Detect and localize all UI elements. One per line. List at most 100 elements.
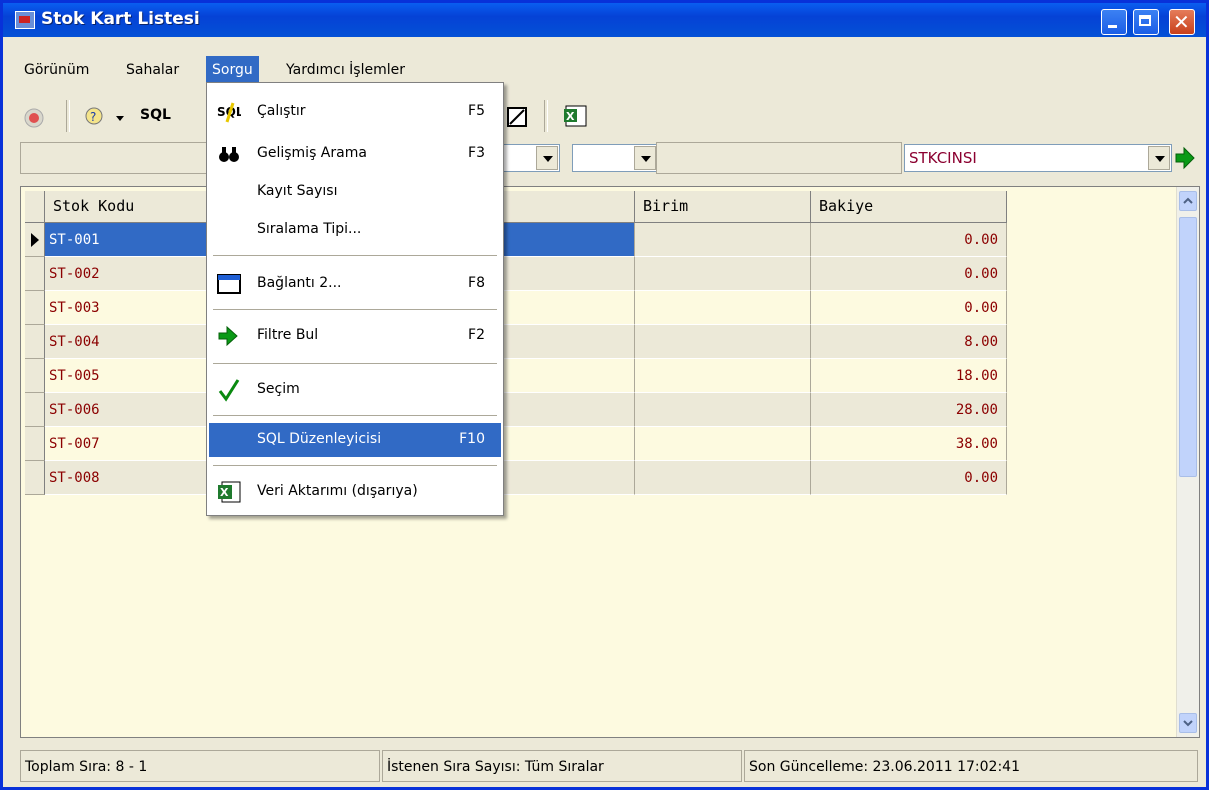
apply-filter-button[interactable] bbox=[1172, 142, 1200, 174]
row-indicator[interactable] bbox=[25, 257, 45, 291]
stop-button[interactable] bbox=[20, 100, 52, 132]
table-row-balance[interactable]: 0.00 bbox=[811, 291, 1007, 325]
menu-separator bbox=[213, 309, 497, 310]
filter-field-value: STKCINSI bbox=[909, 149, 977, 167]
menu-item-calistir[interactable]: SQL Çalıştır F5 bbox=[209, 95, 501, 129]
sql-run-button[interactable]: SQL bbox=[134, 100, 184, 132]
menu-item-filtre-bul[interactable]: Filtre Bul F2 bbox=[209, 319, 501, 353]
filter-field-combo[interactable]: STKCINSI bbox=[904, 144, 1172, 172]
binoculars-icon bbox=[219, 147, 239, 162]
table-row-balance[interactable]: 0.00 bbox=[811, 257, 1007, 291]
chevron-down-icon[interactable] bbox=[634, 146, 656, 170]
svg-text:?: ? bbox=[90, 110, 96, 124]
menu-yardimci-islemler[interactable]: Yardımcı İşlemler bbox=[280, 56, 411, 84]
status-last-update: Son Güncelleme: 23.06.2011 17:02:41 bbox=[744, 750, 1198, 782]
edit-icon bbox=[507, 107, 527, 127]
chevron-up-icon bbox=[1183, 197, 1193, 204]
scroll-down-button[interactable] bbox=[1179, 713, 1197, 733]
table-row-unit[interactable] bbox=[635, 257, 811, 291]
chevron-down-icon bbox=[1183, 720, 1193, 727]
edit-button[interactable] bbox=[502, 100, 534, 132]
menu-item-label: Bağlantı 2... bbox=[257, 275, 342, 291]
table-row-balance[interactable]: 18.00 bbox=[811, 359, 1007, 393]
table-row-unit[interactable] bbox=[635, 359, 811, 393]
column-header-bakiye[interactable]: Bakiye bbox=[811, 191, 1007, 223]
vertical-scrollbar[interactable] bbox=[1176, 187, 1199, 737]
checkmark-icon bbox=[218, 379, 240, 402]
table-row-balance[interactable]: 0.00 bbox=[811, 223, 1007, 257]
table-row-balance[interactable]: 0.00 bbox=[811, 461, 1007, 495]
help-dropdown-button[interactable] bbox=[112, 100, 130, 132]
column-header-birim[interactable]: Birim bbox=[635, 191, 811, 223]
menu-item-veri-aktarimi[interactable]: X Veri Aktarımı (dışarıya) bbox=[209, 475, 501, 509]
filter-logic-combo[interactable] bbox=[572, 144, 658, 172]
sorgu-menu-dropdown: SQL Çalıştır F5 Gelişmiş Arama F3 Kayıt … bbox=[206, 82, 504, 516]
table-row-balance[interactable]: 38.00 bbox=[811, 427, 1007, 461]
menu-item-label: SQL Düzenleyicisi bbox=[257, 431, 382, 447]
excel-export-button[interactable]: X bbox=[560, 100, 592, 132]
help-button[interactable]: ? bbox=[80, 100, 112, 132]
green-arrow-icon bbox=[218, 325, 238, 347]
sql-icon: SQL bbox=[217, 102, 241, 123]
menu-item-secim[interactable]: Seçim bbox=[209, 373, 501, 407]
filter-bar: STKCINSI bbox=[20, 142, 1200, 176]
excel-icon: X bbox=[218, 481, 241, 503]
stop-icon bbox=[24, 108, 44, 128]
chevron-down-icon[interactable] bbox=[536, 146, 558, 170]
filter-value-field[interactable] bbox=[20, 142, 210, 174]
table-row-balance[interactable]: 28.00 bbox=[811, 393, 1007, 427]
menu-item-kayit-sayisi[interactable]: Kayıt Sayısı bbox=[209, 175, 501, 209]
row-indicator[interactable] bbox=[25, 427, 45, 461]
chevron-down-icon[interactable] bbox=[1148, 146, 1170, 170]
row-indicator[interactable] bbox=[25, 291, 45, 325]
table-row-unit[interactable] bbox=[635, 223, 811, 257]
maximize-button[interactable] bbox=[1133, 9, 1159, 35]
menu-item-sql-duzenleyicisi[interactable]: SQL Düzenleyicisi F10 bbox=[209, 423, 501, 457]
menu-item-shortcut: F2 bbox=[468, 327, 485, 343]
app-icon bbox=[15, 11, 35, 29]
table-row-unit[interactable] bbox=[635, 325, 811, 359]
row-indicator[interactable] bbox=[25, 461, 45, 495]
window-icon bbox=[217, 274, 241, 294]
menu-separator bbox=[213, 363, 497, 364]
menu-item-label: Veri Aktarımı (dışarıya) bbox=[257, 483, 418, 499]
table-row-balance[interactable]: 8.00 bbox=[811, 325, 1007, 359]
row-indicator[interactable] bbox=[25, 223, 45, 257]
row-indicator[interactable] bbox=[25, 393, 45, 427]
close-icon: ✕ bbox=[1173, 10, 1190, 34]
current-row-icon bbox=[31, 233, 39, 247]
menu-item-label: Gelişmiş Arama bbox=[257, 145, 367, 161]
menu-separator bbox=[213, 465, 497, 466]
menu-gorunum[interactable]: Görünüm bbox=[18, 56, 95, 84]
menu-item-shortcut: F3 bbox=[468, 145, 485, 161]
scroll-thumb[interactable] bbox=[1179, 217, 1197, 477]
status-bar: Toplam Sıra: 8 - 1 İstenen Sıra Sayısı: … bbox=[20, 750, 1200, 782]
menu-item-baglanti-2[interactable]: Bağlantı 2... F8 bbox=[209, 267, 501, 301]
minimize-button[interactable] bbox=[1101, 9, 1127, 35]
menu-sahalar[interactable]: Sahalar bbox=[120, 56, 185, 84]
scroll-up-button[interactable] bbox=[1179, 191, 1197, 211]
filter-operator-combo[interactable] bbox=[500, 144, 560, 172]
menu-item-label: Seçim bbox=[257, 381, 300, 397]
filter-text-field[interactable] bbox=[656, 142, 902, 174]
table-row-unit[interactable] bbox=[635, 291, 811, 325]
window-title: Stok Kart Listesi bbox=[41, 9, 200, 29]
menu-item-shortcut: F8 bbox=[468, 275, 485, 291]
title-bar[interactable]: Stok Kart Listesi ✕ bbox=[3, 3, 1206, 37]
table-row-unit[interactable] bbox=[635, 393, 811, 427]
close-button[interactable]: ✕ bbox=[1169, 9, 1195, 35]
menu-item-shortcut: F5 bbox=[468, 103, 485, 119]
menu-sorgu[interactable]: Sorgu bbox=[206, 56, 259, 84]
menu-item-label: Çalıştır bbox=[257, 103, 306, 119]
row-indicator[interactable] bbox=[25, 359, 45, 393]
row-indicator[interactable] bbox=[25, 325, 45, 359]
table-row-unit[interactable] bbox=[635, 427, 811, 461]
table-row-unit[interactable] bbox=[635, 461, 811, 495]
svg-text:X: X bbox=[566, 110, 575, 123]
menu-item-shortcut: F10 bbox=[459, 431, 485, 447]
toolbar-separator bbox=[544, 100, 548, 132]
stock-grid: Stok Kodu Birim Bakiye ST-001 0.00 ST-00… bbox=[20, 186, 1200, 738]
menu-item-siralama-tipi[interactable]: Sıralama Tipi... bbox=[209, 213, 501, 247]
chevron-down-icon bbox=[116, 116, 124, 121]
menu-item-gelismis-arama[interactable]: Gelişmiş Arama F3 bbox=[209, 137, 501, 171]
